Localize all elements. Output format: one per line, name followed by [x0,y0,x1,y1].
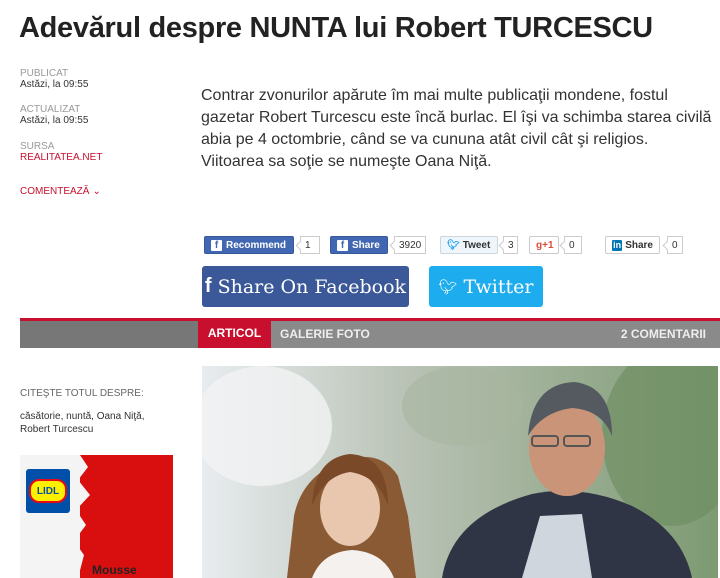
lidl-logo-text: LIDL [29,479,67,503]
google-plus-button[interactable]: g +1 [529,236,559,254]
updated-value: Astăzi, la 09:55 [20,115,89,126]
tags-list[interactable]: căsătorie, nuntă, Oana Niţă, Robert Turc… [20,410,170,436]
facebook-recommend-button[interactable]: f Recommend [204,236,294,254]
linkedin-count: 0 [667,236,683,254]
recommend-count: 1 [300,236,320,254]
linkedin-icon: in [612,239,623,251]
article-photo[interactable] [202,366,718,578]
share-on-facebook-label: Share On Facebook [217,275,407,298]
tweet-label: Tweet [462,239,491,251]
share-label: Share [352,239,380,251]
facebook-icon: f [204,275,212,297]
published-value: Astăzi, la 09:55 [20,79,89,90]
share-count: 3920 [394,236,426,254]
facebook-icon: f [337,239,348,251]
tweet-button[interactable]: 🐦︎ Tweet [440,236,498,254]
lidl-logo: LIDL [26,469,70,513]
gplus-label: +1 [542,239,554,251]
updated-block: ACTUALIZAT Astăzi, la 09:55 [20,104,88,126]
linkedin-share-button[interactable]: in Share [605,236,660,254]
gplus-count: 0 [564,236,582,254]
social-share-row: f Recommend 1 f Share 3920 🐦︎ Tweet 3 g +… [204,236,720,256]
source-link[interactable]: REALITATEA.NET [20,152,102,163]
article-lead: Contrar zvonurilor apărute îm mai multe … [201,87,712,170]
comment-link[interactable]: COMENTEAZĂ ⌄ [20,186,101,197]
ad-product-text: Mousse [92,563,137,577]
twitter-bird-icon: 🐦︎ [438,277,458,296]
source-block: SURSA REALITATEA.NET [20,141,102,163]
comment-label: COMENTEAZĂ [20,186,90,197]
linkedin-label: Share [625,239,653,251]
twitter-bird-icon: 🐦︎ [447,239,460,251]
tab-article[interactable]: ARTICOL [198,318,271,348]
tab-gallery[interactable]: GALERIE FOTO [280,321,370,348]
tab-comments[interactable]: 2 COMENTARII [621,321,706,348]
lidl-advertisement[interactable]: LIDL Mousse [20,455,173,578]
twitter-share-button[interactable]: 🐦︎ Twitter [429,266,543,307]
couple-photo-image [202,366,718,578]
source-label: SURSA [20,141,55,152]
tags-title: CITEŞTE TOTUL DESPRE: [20,388,144,399]
chevron-down-icon: ⌄ [92,186,101,197]
share-on-facebook-button[interactable]: f Share On Facebook [202,266,409,307]
article-title: Adevărul despre NUNTA lui Robert TURCESC… [19,12,653,44]
tabbar-left-spacer [20,321,198,348]
facebook-share-button[interactable]: f Share [330,236,388,254]
published-label: PUBLICAT [20,68,69,79]
twitter-label: Twitter [463,275,534,298]
facebook-icon: f [211,239,222,251]
recommend-label: Recommend [226,239,287,251]
updated-label: ACTUALIZAT [20,104,81,115]
published-block: PUBLICAT Astăzi, la 09:55 [20,68,88,90]
article-tabs: ARTICOL GALERIE FOTO 2 COMENTARII [20,318,720,348]
tweet-count: 3 [503,236,518,254]
